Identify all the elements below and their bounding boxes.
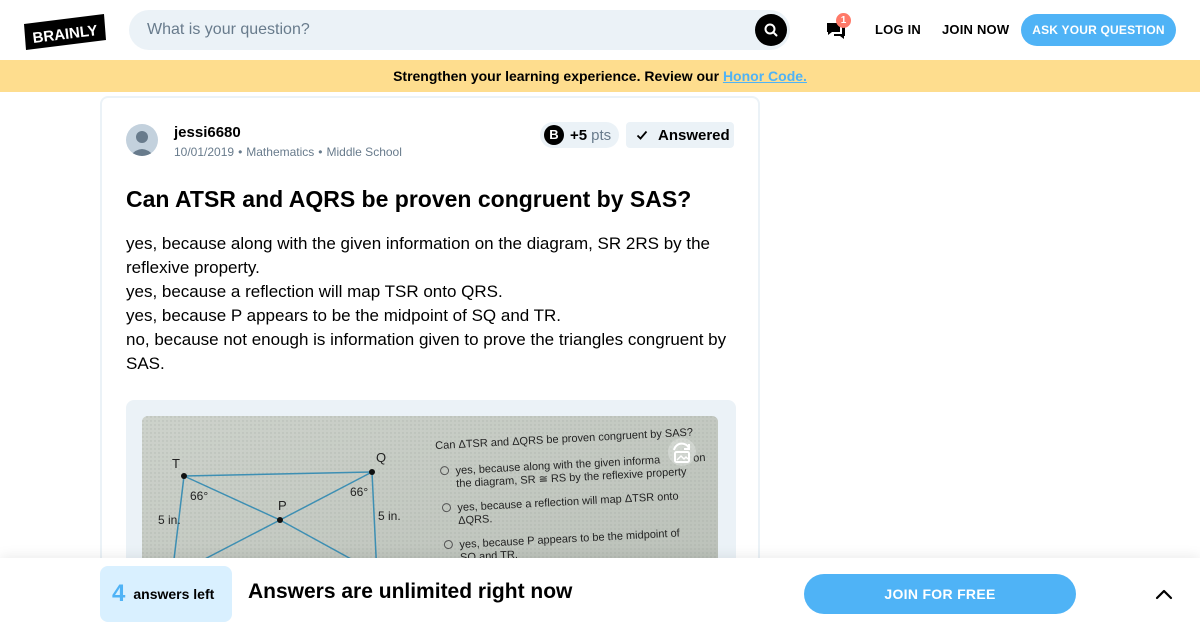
question-option: no, because not enough is information gi… <box>126 330 727 373</box>
question-body: yes, because along with the given inform… <box>126 232 736 376</box>
search-icon <box>764 23 778 37</box>
question-meta: 10/01/2019 • Mathematics • Middle School <box>174 145 402 159</box>
answers-left-bar: 4 answers left Answers are unlimited rig… <box>0 558 1200 630</box>
search-bar <box>129 10 790 50</box>
separator-dot: • <box>238 145 243 159</box>
question-option: yes, because P appears to be the midpoin… <box>126 306 562 325</box>
check-icon <box>636 130 648 140</box>
ask-question-button[interactable]: ASK YOUR QUESTION <box>1021 14 1176 46</box>
brainly-points-icon: B <box>544 125 564 145</box>
points-value: +5 <box>570 126 588 144</box>
photo-option-2b: ΔQRS. <box>458 513 493 527</box>
side-right: 5 in. <box>378 509 401 523</box>
separator-dot: • <box>318 145 323 159</box>
banner-text: Strengthen your learning experience. Rev… <box>393 68 723 84</box>
question-level: Middle School <box>326 145 402 159</box>
question-option: yes, because along with the given inform… <box>126 234 711 277</box>
question-date: 10/01/2019 <box>174 145 235 159</box>
answers-count: 4 <box>112 580 126 607</box>
honor-code-banner: Strengthen your learning experience. Rev… <box>0 60 1200 92</box>
messages-badge: 1 <box>836 13 851 28</box>
avatar[interactable] <box>126 124 158 156</box>
side-left: 5 in. <box>158 513 181 527</box>
join-for-free-button[interactable]: JOIN FOR FREE <box>804 574 1076 614</box>
join-now-link[interactable]: JOIN NOW <box>942 22 1009 37</box>
answers-label: answers left <box>133 586 215 602</box>
login-link[interactable]: LOG IN <box>875 22 921 37</box>
honor-code-link[interactable]: Honor Code. <box>723 68 807 84</box>
unlimited-headline: Answers are unlimited right now <box>248 580 573 603</box>
chevron-up-icon[interactable] <box>1152 582 1176 606</box>
question-title: Can ATSR and AQRS be proven congruent by… <box>126 186 692 212</box>
question-card: jessi6680 10/01/2019 • Mathematics • Middle … <box>100 96 760 620</box>
search-button[interactable] <box>755 14 787 46</box>
answers-left-counter: 4 answers left <box>100 566 232 622</box>
rotate-image-icon <box>668 438 696 466</box>
question-option: yes, because a reflection will map TSR o… <box>126 282 503 301</box>
brainly-logo[interactable]: BRAINLY <box>24 14 106 50</box>
answered-badge: Answered <box>626 122 734 148</box>
author-name[interactable]: jessi6680 <box>174 124 241 141</box>
angle-left: 66° <box>190 489 208 503</box>
label-T: T <box>172 456 180 471</box>
angle-right: 66° <box>350 485 368 499</box>
answered-label: Answered <box>658 126 730 144</box>
label-Q: Q <box>376 450 386 465</box>
search-input[interactable] <box>147 10 747 50</box>
question-subject[interactable]: Mathematics <box>246 145 314 159</box>
top-navigation: BRAINLY 1 LOG IN JOIN NOW ASK YOUR QUEST… <box>0 0 1200 60</box>
points-unit: pts <box>591 126 612 144</box>
points-badge: B +5 pts <box>540 122 620 148</box>
label-P: P <box>278 498 287 513</box>
user-icon <box>130 131 154 156</box>
